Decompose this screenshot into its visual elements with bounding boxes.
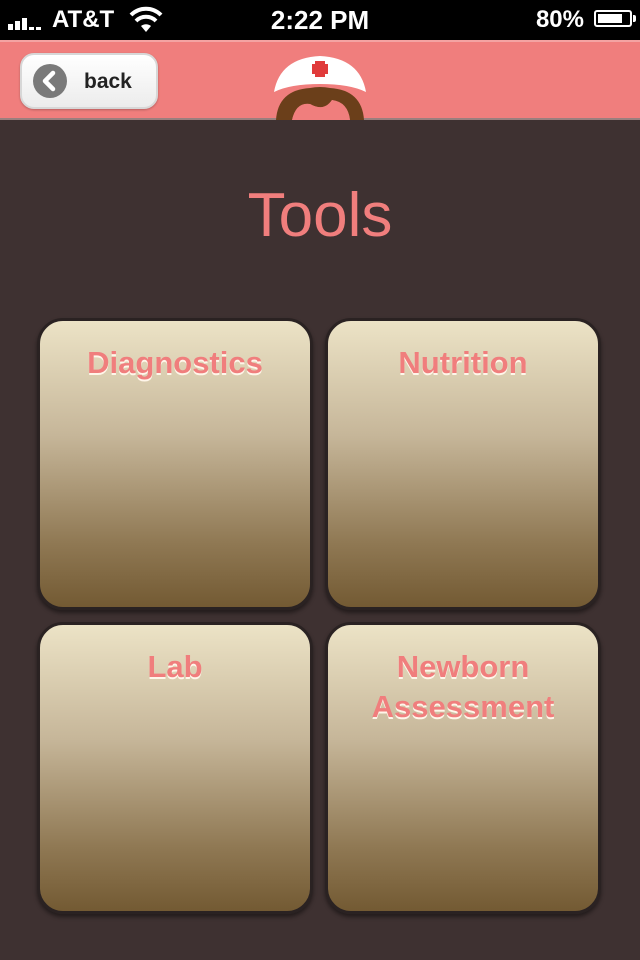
tile-nutrition[interactable]: Nutrition (325, 318, 601, 610)
tile-lab[interactable]: Lab (37, 622, 313, 914)
chevron-left-icon (33, 64, 67, 98)
battery-icon (594, 10, 636, 27)
back-button[interactable]: back (20, 53, 158, 109)
app-screen: AT&T 2:22 PM 80% back Tools Diagnostics … (0, 0, 640, 960)
battery-percentage: 80% (535, 6, 584, 33)
tile-label: Newborn Assessment (371, 649, 555, 724)
navigation-bar: back (0, 40, 640, 120)
tile-label: Diagnostics (87, 345, 263, 380)
tile-label: Lab (147, 649, 203, 684)
page-title: Tools (247, 181, 393, 250)
tile-newborn-assessment[interactable]: Newborn Assessment (325, 622, 601, 914)
back-button-label: back (84, 70, 132, 93)
tile-label: Nutrition (398, 345, 528, 380)
battery-fill (598, 14, 622, 23)
status-bar: AT&T 2:22 PM 80% (0, 0, 640, 40)
tile-diagnostics[interactable]: Diagnostics (37, 318, 313, 610)
nurse-cap-logo-icon (274, 56, 366, 120)
